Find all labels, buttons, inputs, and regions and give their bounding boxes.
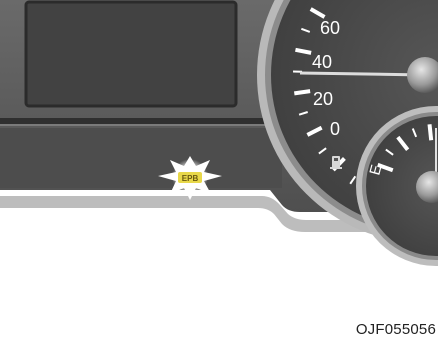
lcd-display — [24, 0, 238, 108]
warning-lamp-strip — [0, 128, 282, 188]
fuel-gauge-tick — [427, 124, 434, 141]
speed-label-20: 20 — [313, 89, 333, 109]
panel-trim-line — [0, 118, 268, 124]
speed-label-40: 40 — [312, 52, 332, 72]
speed-label-0: 0 — [330, 119, 340, 139]
speed-label-60: 60 — [320, 18, 340, 38]
epb-indicator-label: EPB — [182, 174, 199, 183]
instrument-cluster: 60 40 20 0 E EPB — [0, 0, 438, 266]
figure-code-caption: OJF055056 — [355, 321, 436, 338]
speedometer-tick — [294, 89, 311, 96]
speedometer-needle — [299, 71, 426, 77]
